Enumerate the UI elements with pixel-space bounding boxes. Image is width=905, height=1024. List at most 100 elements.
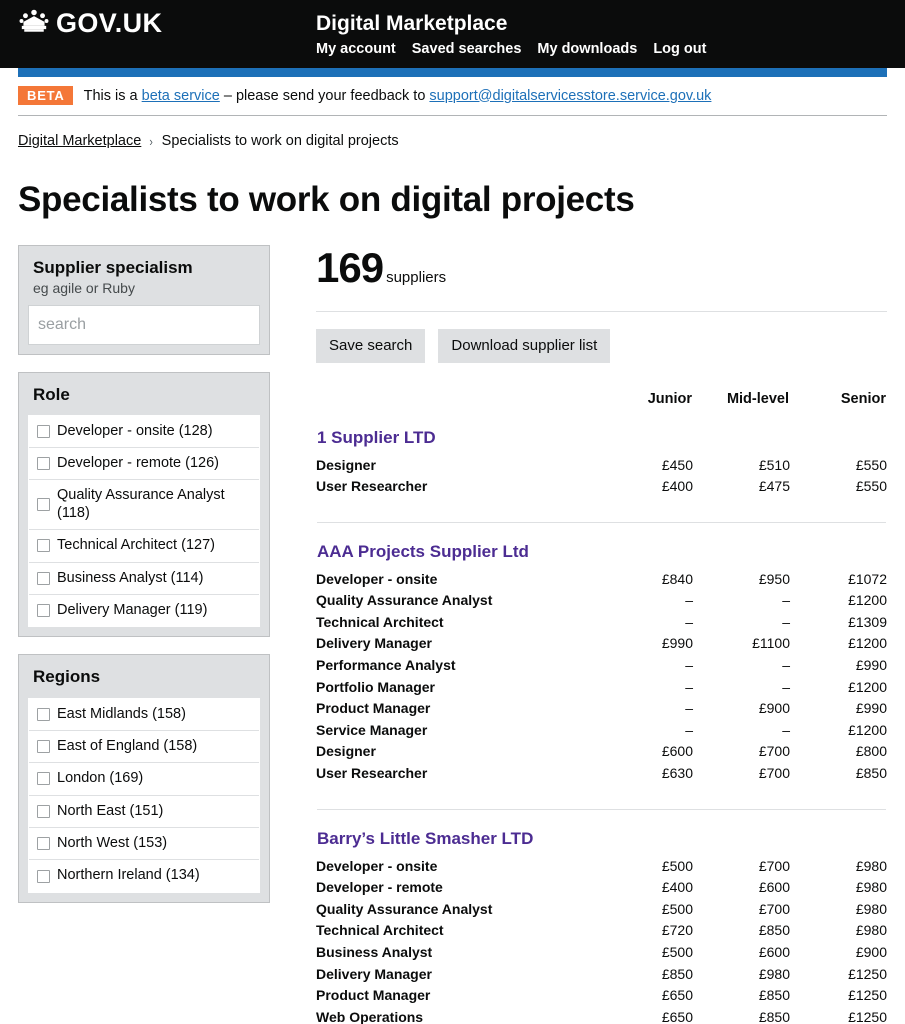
checkbox-icon[interactable] (37, 869, 50, 883)
role-name-cell: Delivery Manager (316, 965, 432, 982)
table-row: Web Operations £650 £850 £1250 (316, 1007, 887, 1024)
filter-item-region-north-west[interactable]: North West (153) (29, 828, 259, 861)
checkbox-icon[interactable] (37, 837, 50, 851)
service-navigation: My account Saved searches My downloads L… (316, 41, 706, 57)
results-column: 169 suppliers Save search Download suppl… (316, 245, 887, 1024)
feedback-email-link[interactable]: support@digitalservicesstore.service.gov… (429, 88, 711, 104)
junior-price-cell: £600 (661, 743, 693, 760)
senior-price-cell: £1200 (848, 721, 887, 738)
junior-price-cell: – (685, 721, 693, 738)
mid-level-price-cell: – (782, 657, 790, 674)
results-count-number: 169 (316, 243, 384, 291)
service-header-block: Digital Marketplace My account Saved sea… (316, 11, 706, 57)
beta-badge: BETA (18, 86, 73, 105)
filter-item-role-developer-onsite[interactable]: Developer - onsite (128) (29, 416, 259, 449)
filter-label: North West (153) (57, 835, 168, 852)
nav-log-out[interactable]: Log out (653, 41, 706, 57)
junior-price-cell: £850 (661, 965, 693, 982)
supplier-link[interactable]: AAA Projects Supplier Ltd (317, 542, 886, 562)
role-name-cell: Product Manager (316, 700, 431, 717)
senior-price-cell: £980 (855, 900, 887, 917)
table-row: Delivery Manager £990 £1100 £1200 (316, 633, 887, 655)
mid-level-price-cell: £700 (758, 857, 790, 874)
download-supplier-list-button[interactable]: Download supplier list (438, 328, 611, 363)
filter-label: Northern Ireland (134) (57, 867, 200, 884)
supplier-link[interactable]: 1 Supplier LTD (317, 428, 886, 448)
filter-item-role-quality-assurance-analyst[interactable]: Quality Assurance Analyst (118) (29, 480, 259, 531)
specialism-search-input[interactable] (28, 304, 260, 345)
filter-item-region-london[interactable]: London (169) (29, 763, 259, 796)
checkbox-icon[interactable] (37, 707, 50, 721)
filter-label: Delivery Manager (119) (57, 602, 208, 619)
senior-price-cell: £1309 (848, 613, 887, 630)
save-search-button[interactable]: Save search (316, 328, 426, 363)
site-header: GOV.UK Digital Marketplace My account Sa… (0, 0, 905, 68)
breadcrumb-separator-icon: › (149, 133, 154, 149)
table-row: Quality Assurance Analyst – – £1200 (316, 590, 887, 612)
filter-item-role-delivery-manager[interactable]: Delivery Manager (119) (29, 595, 259, 626)
filters-sidebar: Supplier specialism eg agile or Ruby Rol… (18, 244, 270, 920)
service-name-link[interactable]: Digital Marketplace (316, 11, 706, 36)
checkbox-icon[interactable] (37, 804, 50, 818)
table-row: User Researcher £400 £475 £550 (316, 476, 887, 498)
checkbox-icon[interactable] (37, 740, 50, 754)
checkbox-icon[interactable] (37, 539, 50, 553)
price-table-header-row: Junior Mid-level Senior (316, 390, 887, 410)
role-name-cell: User Researcher (316, 765, 428, 782)
checkbox-icon[interactable] (37, 571, 50, 585)
filter-label: Developer - remote (126) (57, 455, 219, 472)
supplier-link[interactable]: Barry’s Little Smasher LTD (317, 829, 886, 849)
junior-price-cell: £400 (661, 478, 693, 495)
checkbox-icon[interactable] (37, 498, 50, 512)
filter-item-role-business-analyst[interactable]: Business Analyst (114) (29, 563, 259, 596)
table-row: Delivery Manager £850 £980 £1250 (316, 964, 887, 986)
phase-text-middle: – please send your feedback to (219, 87, 430, 104)
filter-item-region-northern-ireland[interactable]: Northern Ireland (134) (29, 860, 259, 891)
govuk-home-link[interactable]: GOV.UK (18, 8, 162, 39)
checkbox-icon[interactable] (37, 457, 50, 471)
junior-price-cell: £500 (661, 857, 693, 874)
checkbox-icon[interactable] (37, 604, 50, 618)
checkbox-icon[interactable] (37, 772, 50, 786)
mid-level-price-cell: £850 (758, 1008, 790, 1024)
page-title: Specialists to work on digital projects (18, 180, 635, 219)
junior-price-cell: – (685, 678, 693, 695)
junior-price-cell: £840 (661, 570, 693, 587)
breadcrumb: Digital Marketplace › Specialists to wor… (18, 133, 887, 149)
filter-item-region-east-of-england[interactable]: East of England (158) (29, 731, 259, 764)
filter-item-region-east-midlands[interactable]: East Midlands (158) (29, 699, 259, 731)
phase-text-before: This is a (83, 87, 142, 104)
table-row: Designer £600 £700 £800 (316, 741, 887, 763)
breadcrumb-home-link[interactable]: Digital Marketplace (18, 133, 141, 149)
nav-my-account[interactable]: My account (316, 41, 396, 57)
table-row: Developer - remote £400 £600 £980 (316, 877, 887, 899)
table-row: Performance Analyst – – £990 (316, 655, 887, 677)
regions-filter-list: East Midlands (158) East of England (158… (28, 697, 260, 893)
filter-label: East of England (158) (57, 737, 198, 754)
role-name-cell: Developer - remote (316, 879, 443, 896)
nav-saved-searches[interactable]: Saved searches (412, 41, 522, 57)
table-row: Technical Architect £720 £850 £980 (316, 920, 887, 942)
mid-level-price-cell: £700 (758, 765, 790, 782)
filter-item-role-developer-remote[interactable]: Developer - remote (126) (29, 448, 259, 481)
senior-price-cell: £990 (855, 657, 887, 674)
table-row: Developer - onsite £840 £950 £1072 (316, 569, 887, 591)
junior-price-cell: – (685, 592, 693, 609)
filter-label: Quality Assurance Analyst (118) (57, 487, 225, 521)
filter-item-role-technical-architect[interactable]: Technical Architect (127) (29, 530, 259, 563)
filter-hint-supplier-specialism: eg agile or Ruby (33, 279, 135, 296)
role-name-cell: Product Manager (316, 987, 431, 1004)
nav-my-downloads[interactable]: My downloads (537, 41, 637, 57)
junior-price-cell: £720 (661, 922, 693, 939)
senior-price-cell: £800 (855, 743, 887, 760)
filter-item-region-north-east[interactable]: North East (151) (29, 796, 259, 829)
filter-panel-regions: Regions East Midlands (158) East of Engl… (18, 654, 270, 903)
checkbox-icon[interactable] (37, 424, 50, 438)
mid-level-price-cell: £600 (758, 944, 790, 960)
supplier-section-divider (316, 498, 887, 524)
senior-price-cell: £1250 (848, 965, 887, 982)
breadcrumb-current: Specialists to work on digital projects (161, 133, 399, 149)
mid-level-price-cell: £900 (758, 700, 790, 717)
mid-level-price-cell: £700 (758, 743, 790, 760)
beta-service-link[interactable]: beta service (142, 88, 220, 104)
